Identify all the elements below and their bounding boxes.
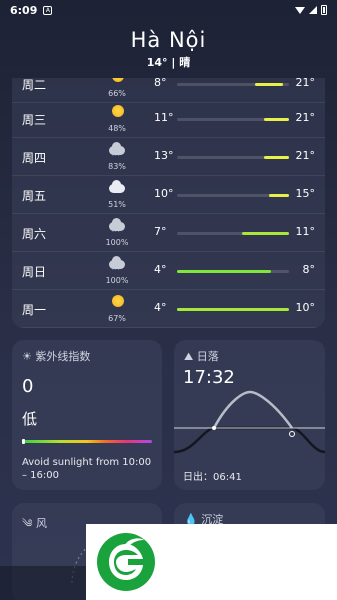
precip-chance: 51% xyxy=(108,200,126,209)
low-temp: 7° xyxy=(154,225,167,238)
daily-forecast-card[interactable]: 周二 66% 8° 21° 周三 48% 11° 21° 周四 ʼʼʼ 83% 13° 21° 周五 51%… xyxy=(12,78,325,328)
sunset-time: 17:32 xyxy=(183,367,235,388)
forecast-row[interactable]: 周三 48% 11° 21° xyxy=(12,100,325,138)
uv-advice: Avoid sunlight from 10:00 – 16:00 xyxy=(22,457,152,481)
cloud-icon xyxy=(108,180,126,196)
current-conditions: 14° | 晴 xyxy=(146,56,191,69)
notification-icon: A xyxy=(43,5,53,15)
sun-path-chart xyxy=(174,390,325,454)
app-logo xyxy=(97,533,155,591)
temp-range-bar xyxy=(268,194,289,197)
precip-chance: 48% xyxy=(108,124,126,133)
status-time: 6:09 xyxy=(10,3,38,17)
forecast-day: 周日 xyxy=(22,265,47,279)
forecast-day: 周五 xyxy=(22,189,47,203)
forecast-row[interactable]: 周一 67% 4° 10° xyxy=(12,290,325,328)
status-bar: 6:09 A xyxy=(0,0,337,20)
low-temp: 4° xyxy=(154,301,167,314)
high-temp: 15° xyxy=(295,187,316,200)
high-temp: 10° xyxy=(295,301,316,314)
sun-icon xyxy=(108,294,126,310)
uv-marker xyxy=(22,439,25,444)
forecast-row[interactable]: 周五 51% 10° 15° xyxy=(12,176,325,214)
rain-icon: ʼʼʼ xyxy=(108,142,126,161)
high-temp: 21° xyxy=(295,149,316,162)
temp-range-bar xyxy=(241,232,289,235)
high-temp: 11° xyxy=(295,225,316,238)
temp-range-bar xyxy=(177,270,272,273)
high-temp: 21° xyxy=(295,111,316,124)
rain-icon: ʼʼʼ xyxy=(108,256,126,275)
low-temp: 11° xyxy=(154,111,174,124)
precip-chance: 67% xyxy=(108,314,126,323)
precip-chance: 100% xyxy=(105,276,129,285)
sun-icon xyxy=(108,104,126,120)
forecast-day: 周二 xyxy=(22,78,47,92)
temp-range-bar xyxy=(264,118,289,121)
sunset-card[interactable]: ⛰ 日落 17:32 日出：06:41 xyxy=(174,340,325,490)
uv-level: 低 xyxy=(22,410,38,428)
sunrise-time: 日出：06:41 xyxy=(183,472,242,483)
uv-value: 0 xyxy=(22,376,34,397)
forecast-day: 周一 xyxy=(22,303,47,317)
low-temp: 13° xyxy=(154,149,174,162)
low-temp: 4° xyxy=(154,263,167,276)
temp-range-track xyxy=(177,118,289,121)
forecast-day: 周四 xyxy=(22,151,47,165)
temp-range-bar xyxy=(177,308,289,311)
temp-range-bar xyxy=(264,156,289,159)
rain-icon: ʼʼʼ xyxy=(108,218,126,237)
forecast-day: 周三 xyxy=(22,113,47,127)
uv-index-card[interactable]: ☀ 紫外线指数 0 低 Avoid sunlight from 10:00 – … xyxy=(12,340,162,490)
forecast-row[interactable]: 周日 ʼʼʼ 100% 4° 8° xyxy=(12,252,325,290)
battery-icon xyxy=(321,5,327,15)
forecast-row[interactable]: 周四 ʼʼʼ 83% 13° 21° xyxy=(12,138,325,176)
temp-range-track xyxy=(177,83,289,86)
app-logo-overlay xyxy=(86,524,337,600)
temp-range-bar xyxy=(255,83,284,86)
status-icons xyxy=(295,5,327,15)
sunset-title: ⛰ 日落 xyxy=(184,350,219,363)
uv-title: ☀ 紫外线指数 xyxy=(22,350,91,363)
precip-chance: 100% xyxy=(105,238,129,247)
low-temp: 10° xyxy=(154,187,174,200)
sun-icon xyxy=(108,78,126,85)
uv-scale-bar xyxy=(22,439,152,444)
precip-chance: 83% xyxy=(108,162,126,171)
temp-range-track xyxy=(177,308,289,311)
high-temp: 8° xyxy=(302,263,316,276)
location-header: Hà Nội 14° | 晴 xyxy=(0,28,337,70)
temp-range-track xyxy=(177,270,289,273)
wind-title: ༄ 风 xyxy=(22,517,48,530)
high-temp: 21° xyxy=(295,78,316,89)
precip-chance: 66% xyxy=(108,89,126,98)
temp-range-track xyxy=(177,232,289,235)
temp-range-track xyxy=(177,156,289,159)
low-temp: 8° xyxy=(154,78,167,89)
temp-range-track xyxy=(177,194,289,197)
signal-icon xyxy=(309,6,317,14)
city-name: Hà Nội xyxy=(130,28,207,52)
forecast-day: 周六 xyxy=(22,227,47,241)
wifi-icon xyxy=(295,6,305,14)
forecast-row[interactable]: 周六 ʼʼʼ 100% 7° 11° xyxy=(12,214,325,252)
